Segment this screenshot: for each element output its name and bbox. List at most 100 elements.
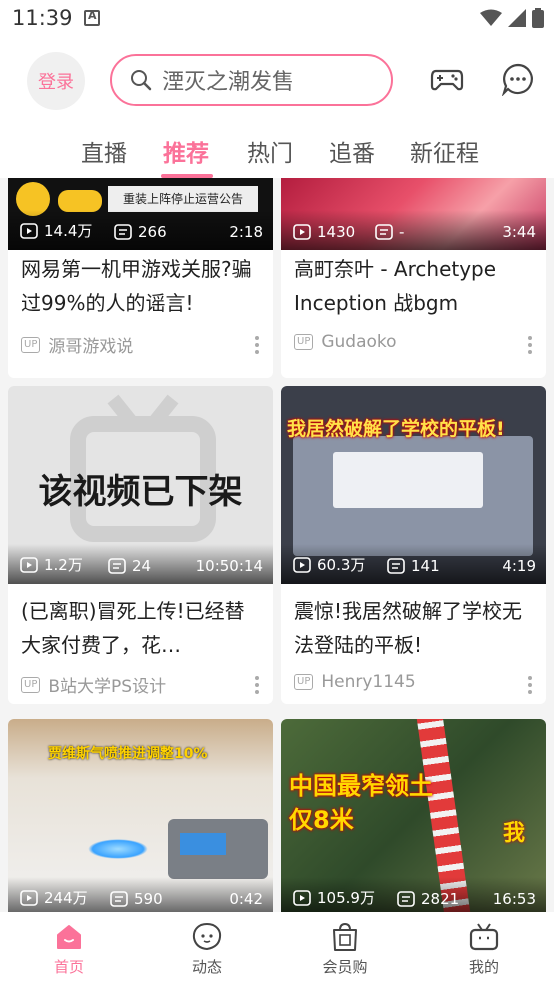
play-count-icon: [293, 889, 311, 906]
video-card[interactable]: 该视频已下架 1.2万 24 10:50:14 (已离职)冒死上传!已经替大家付…: [8, 386, 273, 704]
device-display: [180, 833, 226, 855]
nav-label: 会员购: [322, 958, 368, 976]
video-card[interactable]: 中国最窄领土 仅8米 我 105.9万 2821 16:53: [281, 719, 546, 912]
nav-member-shop[interactable]: 会员购: [305, 918, 385, 977]
danmaku-count: 141: [411, 557, 440, 575]
video-thumbnail[interactable]: 贾维斯气喷推进调整10% 244万 590 0:42: [8, 719, 273, 912]
video-feed[interactable]: 重装上阵停止运营公告 14.4万 266 2:18 网易第一机甲游戏关服?骗过9…: [0, 178, 554, 912]
nav-label: 首页: [53, 958, 84, 976]
more-options-icon[interactable]: [528, 336, 532, 357]
up-badge: UP: [294, 674, 314, 690]
tab-popular[interactable]: 热门: [247, 134, 293, 168]
nav-profile[interactable]: 我的: [444, 918, 524, 977]
uploader-name: B站大学PS设计: [48, 677, 167, 697]
uploader[interactable]: UP B站大学PS设计: [21, 672, 166, 697]
signal-icon: [508, 9, 526, 27]
thumbnail-caption-secondary: 我: [503, 821, 526, 846]
uploader-name: Henry1145: [321, 672, 416, 692]
search-text: 湮灭之潮发售: [162, 70, 295, 95]
uploader[interactable]: UP Henry1145: [294, 672, 416, 692]
shopping-bag-icon: [333, 922, 357, 951]
nav-label: 动态: [191, 958, 222, 976]
thumbnail-caption: 中国最窄领土 仅8米: [289, 772, 433, 834]
danmaku-count-icon: [387, 558, 405, 574]
play-count-icon: [293, 224, 311, 240]
thumbnail-caption: 我居然破解了学校的平板!: [287, 418, 505, 440]
thumbnail-caption: 重装上阵停止运营公告: [108, 186, 258, 212]
video-card[interactable]: 重装上阵停止运营公告 14.4万 266 2:18 网易第一机甲游戏关服?骗过9…: [8, 178, 273, 378]
up-badge: UP: [294, 334, 314, 350]
dynamic-icon: [192, 923, 222, 951]
login-button[interactable]: 登录: [27, 52, 85, 110]
video-duration: 0:42: [229, 890, 263, 908]
nav-home[interactable]: 首页: [29, 918, 109, 977]
video-card[interactable]: 1430 - 3:44 高町奈叶 - Archetype Inception 战…: [281, 178, 546, 378]
view-count: 1430: [317, 223, 356, 241]
video-duration: 3:44: [502, 223, 536, 241]
danmaku-count: 266: [138, 223, 167, 241]
uploader[interactable]: UP Gudaoko: [294, 332, 397, 352]
video-thumbnail[interactable]: 1430 - 3:44: [281, 178, 546, 250]
video-card[interactable]: 我居然破解了学校的平板! 60.3万 141 4:19 震惊!我居然破解了学校无…: [281, 386, 546, 704]
video-thumbnail[interactable]: 中国最窄领土 仅8米 我 105.9万 2821 16:53: [281, 719, 546, 912]
danmaku-count: 24: [132, 557, 152, 575]
up-badge: UP: [21, 336, 41, 353]
danmaku-count: 2821: [421, 890, 460, 908]
video-stats: 244万 590 0:42: [8, 877, 273, 912]
wifi-icon: [480, 9, 502, 26]
more-options-icon[interactable]: [528, 676, 532, 697]
video-stats: 14.4万 266 2:18: [8, 210, 273, 250]
status-time: 11:39: [12, 6, 73, 30]
tab-recommended[interactable]: 推荐: [163, 134, 209, 168]
thruster-flame: [88, 839, 148, 859]
up-badge: UP: [21, 676, 41, 693]
video-duration: 2:18: [229, 223, 263, 241]
thumbnail-caption: 贾维斯气喷推进调整10%: [48, 746, 208, 762]
play-count-icon: [20, 222, 38, 239]
view-count: 60.3万: [317, 556, 366, 574]
danmaku-count-icon: [375, 224, 393, 240]
play-count-icon: [20, 556, 38, 573]
category-tabs: 直播 推荐 热门 追番 新征程: [0, 126, 554, 178]
search-bar[interactable]: 湮灭之潮发售: [110, 54, 393, 106]
tv-profile-icon: [469, 923, 499, 951]
video-title[interactable]: 高町奈叶 - Archetype Inception 战bgm: [294, 252, 534, 320]
tab-anime[interactable]: 追番: [329, 134, 375, 168]
battery-icon: [532, 8, 544, 28]
more-options-icon[interactable]: [255, 336, 259, 357]
view-count: 105.9万: [317, 889, 375, 907]
wrist-device: [168, 819, 268, 879]
bottom-navigation: 首页 动态 会员购 我的: [0, 912, 554, 985]
video-card[interactable]: 贾维斯气喷推进调整10% 244万 590 0:42: [8, 719, 273, 912]
video-duration: 16:53: [492, 890, 536, 908]
tablet-screen: [293, 436, 533, 556]
video-stats: 105.9万 2821 16:53: [281, 877, 546, 912]
video-title[interactable]: (已离职)冒死上传!已经替大家付费了，花…: [21, 594, 261, 662]
dialog-box: [333, 452, 483, 508]
view-count: 244万: [44, 889, 88, 907]
messages-icon[interactable]: [501, 62, 535, 96]
video-thumbnail[interactable]: 该视频已下架 1.2万 24 10:50:14: [8, 386, 273, 584]
video-title[interactable]: 网易第一机甲游戏关服?骗过99%的人的谣言!: [21, 252, 261, 320]
danmaku-count-icon: [110, 891, 128, 907]
video-stats: 1430 - 3:44: [281, 210, 546, 250]
nav-label: 我的: [468, 958, 499, 976]
danmaku-count-icon: [397, 891, 415, 907]
game-controller-icon[interactable]: [430, 62, 464, 96]
video-thumbnail[interactable]: 我居然破解了学校的平板! 60.3万 141 4:19: [281, 386, 546, 584]
video-duration: 4:19: [502, 557, 536, 575]
video-stats: 1.2万 24 10:50:14: [8, 544, 273, 584]
tab-new-journey[interactable]: 新征程: [410, 134, 479, 168]
thumbnail-caption: 该视频已下架: [38, 472, 243, 512]
view-count: 1.2万: [44, 556, 83, 574]
danmaku-count: 590: [134, 890, 163, 908]
view-count: 14.4万: [44, 222, 93, 240]
pointing-hand-sticker: [58, 190, 102, 212]
nav-dynamic[interactable]: 动态: [167, 918, 247, 977]
more-options-icon[interactable]: [255, 676, 259, 697]
video-thumbnail[interactable]: 重装上阵停止运营公告 14.4万 266 2:18: [8, 178, 273, 250]
tab-live[interactable]: 直播: [81, 134, 127, 168]
danmaku-count-icon: [108, 558, 126, 574]
uploader[interactable]: UP 源哥游戏说: [21, 332, 133, 357]
video-title[interactable]: 震惊!我居然破解了学校无法登陆的平板!: [294, 594, 534, 662]
